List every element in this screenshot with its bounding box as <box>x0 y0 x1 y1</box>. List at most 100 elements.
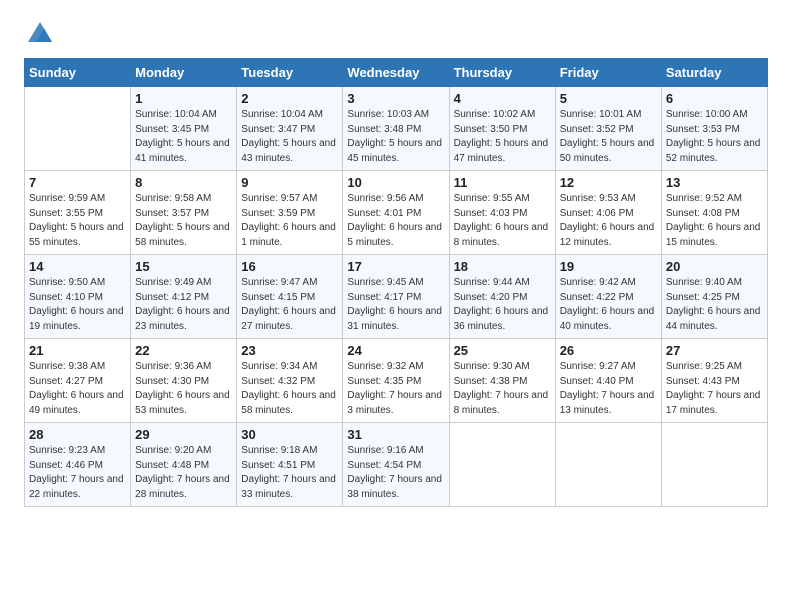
day-info: Sunrise: 9:57 AMSunset: 3:59 PMDaylight:… <box>241 192 338 250</box>
day-number: 23 <box>241 343 338 358</box>
calendar-cell: 2 Sunrise: 10:04 AMSunset: 3:47 PMDayligh… <box>237 87 343 171</box>
day-number: 1 <box>135 91 232 106</box>
calendar-cell: 25 Sunrise: 9:30 AMSunset: 4:38 PMDayligh… <box>449 339 555 423</box>
day-number: 31 <box>347 427 444 442</box>
calendar-cell: 24 Sunrise: 9:32 AMSunset: 4:35 PMDayligh… <box>343 339 449 423</box>
calendar-cell: 18Sunrise: 9:44 AMSunset: 4:20 PMDayligh… <box>449 255 555 339</box>
day-info: Sunrise: 9:58 AMSunset: 3:57 PMDaylight:… <box>135 192 232 250</box>
day-info: Sunrise: 9:49 AMSunset: 4:12 PMDaylight:… <box>135 276 232 334</box>
calendar-cell: 27 Sunrise: 9:25 AMSunset: 4:43 PMDayligh… <box>661 339 767 423</box>
day-info: Sunrise: 10:00 AMSunset: 3:53 PMDaylight… <box>666 108 763 166</box>
calendar-cell: 9 Sunrise: 9:57 AMSunset: 3:59 PMDaylight… <box>237 171 343 255</box>
calendar-cell: 12 Sunrise: 9:53 AMSunset: 4:06 PMDayligh… <box>555 171 661 255</box>
day-info: Sunrise: 10:03 AMSunset: 3:48 PMDaylight… <box>347 108 444 166</box>
day-number: 7 <box>29 175 126 190</box>
day-number: 3 <box>347 91 444 106</box>
calendar-cell: 22 Sunrise: 9:36 AMSunset: 4:30 PMDayligh… <box>131 339 237 423</box>
day-number: 19 <box>560 259 657 274</box>
calendar-cell: 31 Sunrise: 9:16 AMSunset: 4:54 PMDayligh… <box>343 423 449 507</box>
day-number: 22 <box>135 343 232 358</box>
calendar-cell: 3 Sunrise: 10:03 AMSunset: 3:48 PMDayligh… <box>343 87 449 171</box>
day-number: 11 <box>454 175 551 190</box>
day-number: 24 <box>347 343 444 358</box>
day-info: Sunrise: 9:16 AMSunset: 4:54 PMDaylight:… <box>347 444 444 502</box>
day-info: Sunrise: 9:25 AMSunset: 4:43 PMDaylight:… <box>666 360 763 418</box>
calendar-cell: 7 Sunrise: 9:59 AMSunset: 3:55 PMDaylight… <box>25 171 131 255</box>
calendar-cell <box>661 423 767 507</box>
day-info: Sunrise: 9:30 AMSunset: 4:38 PMDaylight:… <box>454 360 551 418</box>
day-info: Sunrise: 9:40 AMSunset: 4:25 PMDaylight:… <box>666 276 763 334</box>
calendar-cell: 15 Sunrise: 9:49 AMSunset: 4:12 PMDayligh… <box>131 255 237 339</box>
day-number: 9 <box>241 175 338 190</box>
day-info: Sunrise: 10:04 AMSunset: 3:45 PMDaylight… <box>135 108 232 166</box>
calendar-cell: 13 Sunrise: 9:52 AMSunset: 4:08 PMDayligh… <box>661 171 767 255</box>
day-number: 2 <box>241 91 338 106</box>
day-number: 20 <box>666 259 763 274</box>
calendar-cell: 11 Sunrise: 9:55 AMSunset: 4:03 PMDayligh… <box>449 171 555 255</box>
weekday-header: Saturday <box>661 59 767 87</box>
day-number: 26 <box>560 343 657 358</box>
day-info: Sunrise: 9:27 AMSunset: 4:40 PMDaylight:… <box>560 360 657 418</box>
day-number: 14 <box>29 259 126 274</box>
day-info: Sunrise: 9:47 AMSunset: 4:15 PMDaylight:… <box>241 276 338 334</box>
day-info: Sunrise: 9:20 AMSunset: 4:48 PMDaylight:… <box>135 444 232 502</box>
day-number: 13 <box>666 175 763 190</box>
calendar-cell: 16Sunrise: 9:47 AMSunset: 4:15 PMDayligh… <box>237 255 343 339</box>
day-number: 28 <box>29 427 126 442</box>
weekday-header: Tuesday <box>237 59 343 87</box>
calendar-cell: 30 Sunrise: 9:18 AMSunset: 4:51 PMDayligh… <box>237 423 343 507</box>
day-info: Sunrise: 10:02 AMSunset: 3:50 PMDaylight… <box>454 108 551 166</box>
calendar-cell: 19 Sunrise: 9:42 AMSunset: 4:22 PMDayligh… <box>555 255 661 339</box>
calendar-cell: 1 Sunrise: 10:04 AMSunset: 3:45 PMDayligh… <box>131 87 237 171</box>
calendar-table: SundayMondayTuesdayWednesdayThursdayFrid… <box>24 58 768 507</box>
weekday-header: Sunday <box>25 59 131 87</box>
day-info: Sunrise: 9:36 AMSunset: 4:30 PMDaylight:… <box>135 360 232 418</box>
calendar-cell: 28 Sunrise: 9:23 AMSunset: 4:46 PMDayligh… <box>25 423 131 507</box>
day-info: Sunrise: 9:55 AMSunset: 4:03 PMDaylight:… <box>454 192 551 250</box>
day-info: Sunrise: 9:32 AMSunset: 4:35 PMDaylight:… <box>347 360 444 418</box>
weekday-header: Wednesday <box>343 59 449 87</box>
day-number: 10 <box>347 175 444 190</box>
day-number: 25 <box>454 343 551 358</box>
weekday-header: Monday <box>131 59 237 87</box>
day-info: Sunrise: 10:04 AMSunset: 3:47 PMDaylight… <box>241 108 338 166</box>
calendar-cell: 6Sunrise: 10:00 AMSunset: 3:53 PMDayligh… <box>661 87 767 171</box>
day-number: 4 <box>454 91 551 106</box>
day-number: 12 <box>560 175 657 190</box>
day-info: Sunrise: 9:56 AMSunset: 4:01 PMDaylight:… <box>347 192 444 250</box>
day-info: Sunrise: 9:42 AMSunset: 4:22 PMDaylight:… <box>560 276 657 334</box>
day-info: Sunrise: 9:53 AMSunset: 4:06 PMDaylight:… <box>560 192 657 250</box>
logo <box>24 20 54 48</box>
day-number: 29 <box>135 427 232 442</box>
calendar-cell: 4 Sunrise: 10:02 AMSunset: 3:50 PMDayligh… <box>449 87 555 171</box>
calendar-cell: 17 Sunrise: 9:45 AMSunset: 4:17 PMDayligh… <box>343 255 449 339</box>
day-info: Sunrise: 9:38 AMSunset: 4:27 PMDaylight:… <box>29 360 126 418</box>
day-number: 27 <box>666 343 763 358</box>
calendar-cell: 10 Sunrise: 9:56 AMSunset: 4:01 PMDayligh… <box>343 171 449 255</box>
day-number: 8 <box>135 175 232 190</box>
weekday-header: Thursday <box>449 59 555 87</box>
day-number: 30 <box>241 427 338 442</box>
day-info: Sunrise: 9:23 AMSunset: 4:46 PMDaylight:… <box>29 444 126 502</box>
weekday-header: Friday <box>555 59 661 87</box>
header <box>24 20 768 48</box>
calendar-cell: 26 Sunrise: 9:27 AMSunset: 4:40 PMDayligh… <box>555 339 661 423</box>
day-number: 15 <box>135 259 232 274</box>
day-info: Sunrise: 9:45 AMSunset: 4:17 PMDaylight:… <box>347 276 444 334</box>
calendar-cell <box>449 423 555 507</box>
day-number: 5 <box>560 91 657 106</box>
day-info: Sunrise: 9:59 AMSunset: 3:55 PMDaylight:… <box>29 192 126 250</box>
calendar-cell: 14Sunrise: 9:50 AMSunset: 4:10 PMDayligh… <box>25 255 131 339</box>
day-info: Sunrise: 10:01 AMSunset: 3:52 PMDaylight… <box>560 108 657 166</box>
calendar-cell <box>25 87 131 171</box>
day-info: Sunrise: 9:52 AMSunset: 4:08 PMDaylight:… <box>666 192 763 250</box>
day-info: Sunrise: 9:18 AMSunset: 4:51 PMDaylight:… <box>241 444 338 502</box>
calendar-cell: 20 Sunrise: 9:40 AMSunset: 4:25 PMDayligh… <box>661 255 767 339</box>
day-number: 17 <box>347 259 444 274</box>
calendar-cell: 29 Sunrise: 9:20 AMSunset: 4:48 PMDayligh… <box>131 423 237 507</box>
day-number: 18 <box>454 259 551 274</box>
day-number: 21 <box>29 343 126 358</box>
calendar-cell: 5 Sunrise: 10:01 AMSunset: 3:52 PMDayligh… <box>555 87 661 171</box>
logo-icon <box>26 20 54 48</box>
calendar-cell <box>555 423 661 507</box>
